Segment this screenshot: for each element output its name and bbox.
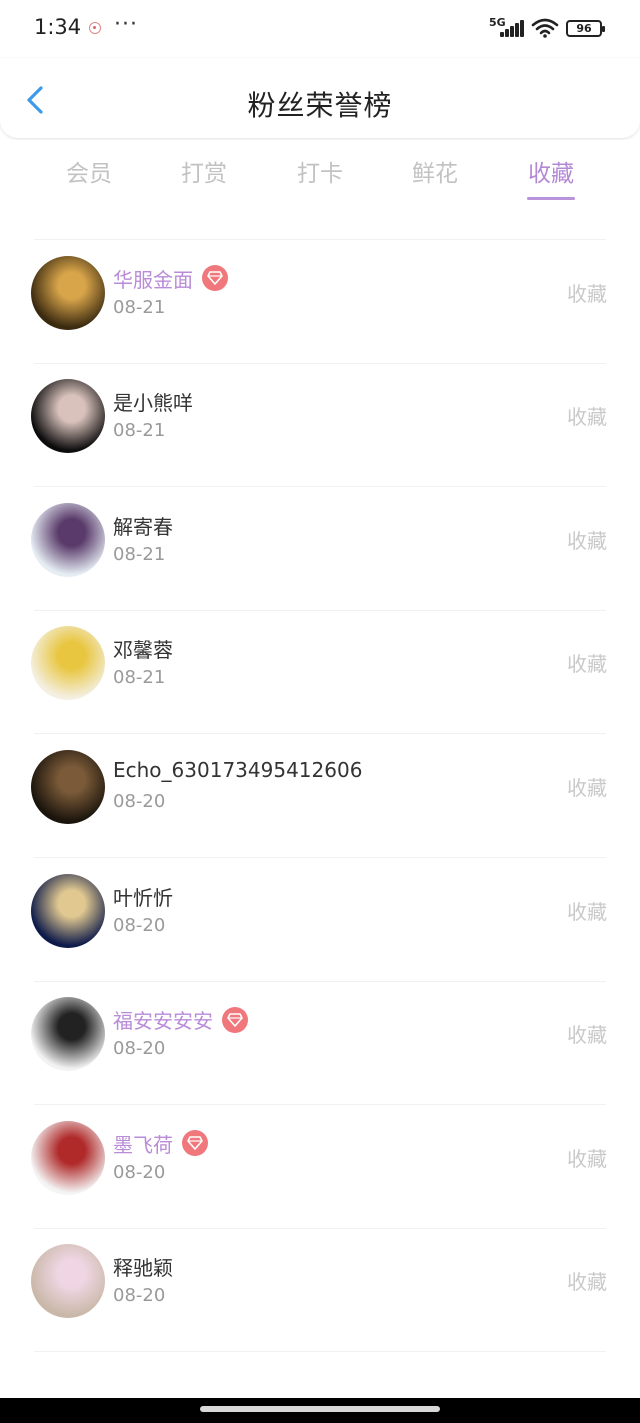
avatar[interactable]	[31, 379, 105, 454]
avatar[interactable]	[31, 997, 105, 1072]
tab-favorites[interactable]: 收藏	[501, 154, 601, 188]
tab-reward[interactable]: 打赏	[154, 154, 254, 188]
gesture-bar	[0, 1398, 640, 1423]
favorite-date: 08-20	[113, 1038, 166, 1060]
avatar[interactable]	[31, 255, 105, 330]
favorite-label: 收藏	[567, 776, 607, 800]
signal-icon	[500, 20, 524, 37]
favorite-label: 收藏	[567, 281, 607, 306]
fan-row[interactable]: Echo_630173495412606 08-20 收藏	[0, 734, 640, 858]
page-title: 粉丝荣誉榜	[247, 89, 393, 122]
favorite-date: 08-20	[113, 914, 166, 936]
tab-member[interactable]: 会员	[39, 154, 139, 188]
favorite-label: 收藏	[567, 899, 607, 924]
fan-name: 释驰颖	[113, 1256, 173, 1281]
fan-name-line: 是小熊咩	[113, 387, 193, 416]
fan-name: 邓馨蓉	[113, 638, 173, 663]
fan-name-line: Echo_630173495412606	[113, 758, 362, 782]
favorite-label: 收藏	[567, 1023, 607, 1048]
favorite-label: 收藏	[567, 652, 607, 677]
fan-name-line: 福安安安安	[113, 1005, 248, 1034]
fan-name: 解寄春	[113, 514, 173, 539]
favorite-date: 08-20	[113, 791, 166, 812]
avatar[interactable]	[31, 502, 105, 577]
active-tab-indicator	[527, 197, 575, 200]
avatar[interactable]	[31, 1244, 105, 1319]
fan-row[interactable]: 释驰颖 08-20 收藏	[0, 1228, 640, 1353]
avatar[interactable]	[31, 750, 105, 824]
fan-name: 华服金面	[113, 267, 193, 292]
fan-row[interactable]: 邓馨蓉 08-21 收藏	[0, 610, 640, 735]
fan-name: 福安安安安	[113, 1009, 213, 1034]
favorite-label: 收藏	[567, 528, 607, 553]
fan-row[interactable]: 吴玖雅08-21收藏	[0, 222, 640, 240]
favorite-date: 08-20	[113, 1285, 166, 1307]
tab-bar: 会员 打赏 打卡 鲜花 收藏	[0, 140, 640, 220]
favorite-date: 08-21	[113, 667, 166, 689]
row-divider	[34, 1351, 606, 1353]
battery-icon: 96	[566, 20, 605, 37]
vip-diamond-icon	[222, 1006, 248, 1033]
fan-row[interactable]: 福安安安安 08-20 收藏	[0, 981, 640, 1106]
fan-name-line: 华服金面	[113, 264, 228, 293]
avatar[interactable]	[31, 626, 105, 701]
fan-list[interactable]: 吴玖雅08-21收藏华服金面08-21收藏是小熊咩08-21收藏解寄春08-21…	[0, 222, 640, 1398]
fan-name-line: 释驰颖	[113, 1252, 173, 1281]
fan-row[interactable]: 解寄春 08-21 收藏	[0, 487, 640, 611]
notification-icon	[89, 22, 101, 34]
favorite-label: 收藏	[567, 1146, 607, 1171]
status-time: 1:34	[34, 15, 82, 39]
fan-name-line: 邓馨蓉	[113, 634, 173, 663]
vip-diamond-icon	[202, 265, 228, 292]
favorite-date: 08-21	[113, 296, 166, 318]
favorite-label: 收藏	[567, 405, 607, 430]
favorite-date: 08-21	[113, 543, 166, 565]
more-notifications-icon: ···	[114, 12, 138, 37]
fan-name-line: 墨飞荷	[113, 1129, 208, 1158]
wifi-icon	[531, 18, 559, 38]
fan-name: Echo_630173495412606	[113, 758, 363, 782]
favorite-date: 08-21	[113, 420, 166, 442]
fan-row[interactable]: 华服金面 08-21 收藏	[0, 240, 640, 364]
fan-name-line: 叶忻忻	[113, 882, 173, 911]
status-bar: 1:34 ··· 5G 96	[0, 0, 640, 58]
fan-name: 墨飞荷	[113, 1132, 173, 1157]
fan-name-line: 解寄春	[113, 511, 173, 540]
fan-name: 叶忻忻	[113, 885, 173, 910]
fan-row[interactable]: 叶忻忻 08-20 收藏	[0, 858, 640, 982]
favorite-label: 收藏	[567, 1270, 607, 1295]
tab-flowers[interactable]: 鲜花	[385, 154, 485, 188]
avatar[interactable]	[31, 873, 105, 948]
app-header: 粉丝荣誉榜	[0, 58, 640, 138]
fan-row[interactable]: 是小熊咩 08-21 收藏	[0, 363, 640, 488]
avatar[interactable]	[31, 1120, 105, 1195]
fan-row[interactable]: 墨飞荷 08-20 收藏	[0, 1105, 640, 1229]
favorite-date: 08-20	[113, 1161, 166, 1183]
home-indicator[interactable]	[200, 1406, 440, 1412]
fan-name: 是小熊咩	[113, 391, 193, 416]
tab-checkin[interactable]: 打卡	[270, 154, 370, 188]
vip-diamond-icon	[182, 1130, 208, 1157]
